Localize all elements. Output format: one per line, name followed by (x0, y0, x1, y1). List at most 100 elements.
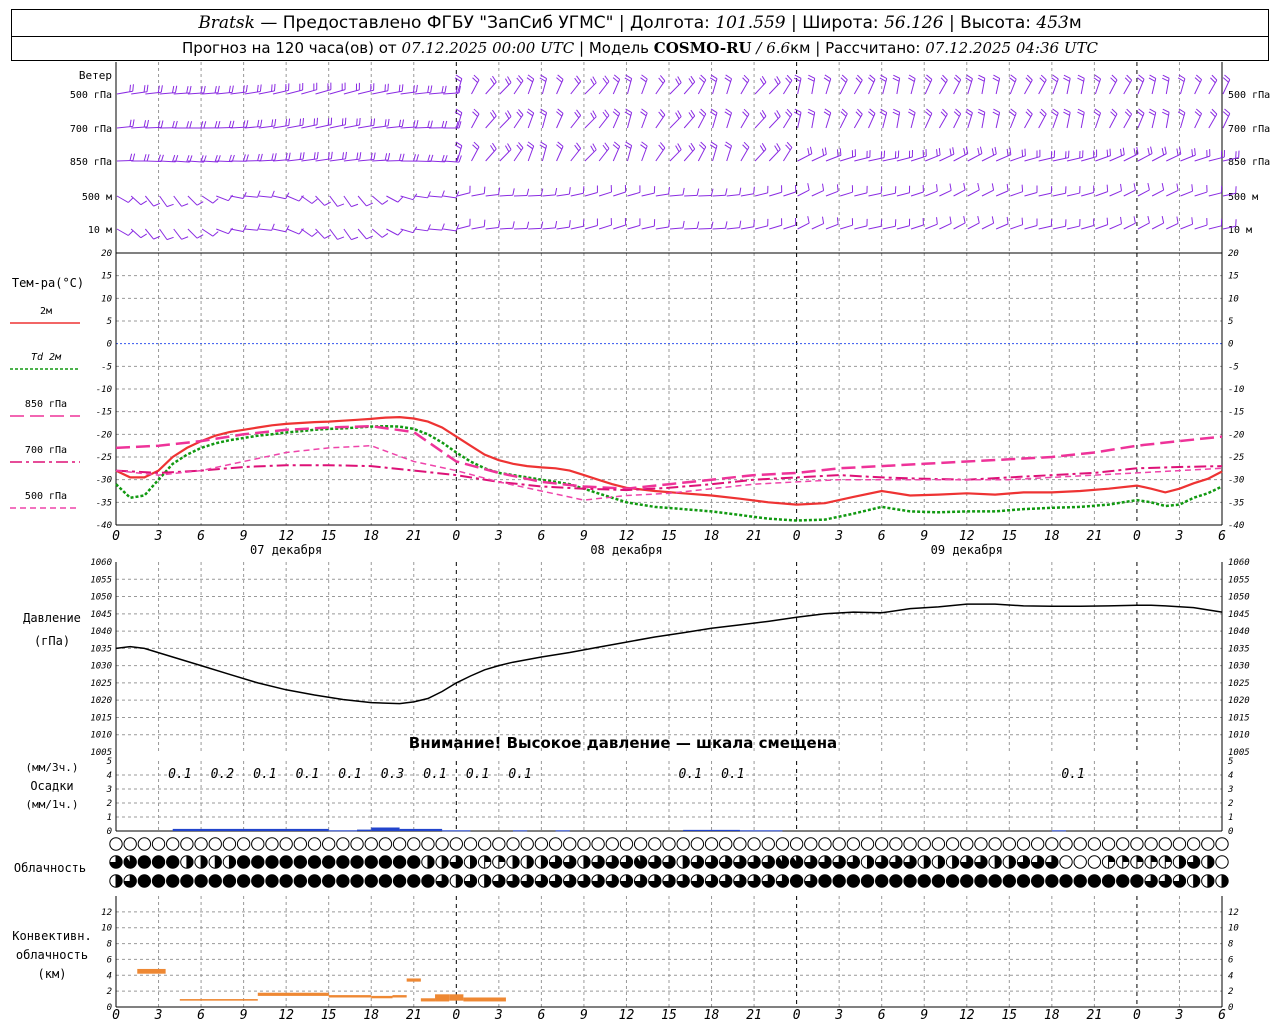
wind-level-label-right: 500 гПа (1228, 90, 1270, 101)
precip-value-label: 0.2 (211, 767, 235, 782)
cloud-cover-symbol (236, 874, 251, 888)
cloud-circle (1116, 837, 1130, 851)
cloud-circle (463, 837, 478, 851)
wind-barb-feather (1133, 183, 1136, 191)
wind-barb-feather (688, 112, 694, 119)
cloud-cover-symbol (194, 874, 208, 888)
conv-cloud-bar (371, 995, 393, 999)
wind-barb-feather (1164, 146, 1167, 154)
wind-barb (811, 147, 827, 162)
wind-barb-shaft (131, 126, 148, 129)
wind-barb-feather (991, 148, 995, 156)
wind-barb-shaft (1194, 191, 1208, 197)
wind-barb (485, 109, 497, 129)
wind-barb-feather (274, 153, 277, 161)
cloud-circle (733, 837, 747, 851)
wind-barb (624, 74, 633, 95)
cloud-cover-symbol (407, 837, 421, 851)
precip-value-label: 0.1 (466, 767, 489, 782)
cloud-cover-symbol (988, 855, 1002, 869)
cloud-fill-full (365, 874, 378, 888)
wind-barb-feather (590, 145, 595, 153)
wind-barb (726, 220, 742, 230)
cloud-cover-symbol (336, 855, 350, 869)
wind-barb-feather (381, 200, 389, 205)
wind-barb (754, 76, 767, 95)
cloud-circle (506, 837, 520, 851)
conv-ytick-label-right: 6 (1228, 955, 1233, 965)
wind-barb-feather (256, 84, 259, 92)
temp-ytick-label-right: 5 (1228, 317, 1233, 327)
cloud-cover-symbol (1215, 874, 1229, 888)
cloud-cover-symbol (534, 837, 549, 851)
wind-barb-shaft (1024, 192, 1038, 197)
wind-barb-feather (415, 84, 418, 92)
wind-barb (471, 186, 486, 197)
wind-barb-shaft (740, 146, 750, 162)
x-tick-label-bottom: 9 (920, 1008, 928, 1023)
wind-barb (471, 108, 480, 129)
wind-barb (144, 195, 161, 207)
cloud-cover-symbol (364, 837, 378, 851)
wind-barb-shaft (726, 227, 740, 230)
wind-barb-feather (430, 154, 434, 162)
cloud-cover-symbol (1158, 855, 1172, 869)
wind-barb-feather (602, 111, 608, 119)
wind-barb-feather (640, 111, 647, 117)
wind-barb-shaft (1095, 155, 1111, 162)
cloud-fill-sector (498, 855, 506, 862)
temp-ytick-label: -30 (96, 476, 112, 486)
cloud-fill-sector (583, 855, 591, 869)
wind-barb (1038, 108, 1047, 129)
wind-barb-shaft (825, 223, 839, 230)
wind-barb-feather (725, 74, 732, 80)
wind-barb (613, 185, 627, 197)
cloud-circle (421, 837, 435, 851)
wind-barb-feather (212, 198, 219, 204)
wind-barb-feather (427, 85, 430, 93)
wind-barb-feather (808, 74, 815, 79)
wind-barb (840, 149, 856, 162)
wind-barb-shaft (173, 92, 190, 95)
wind-barb-feather (978, 74, 986, 79)
cloud-cover-symbol (917, 874, 931, 888)
wind-barb (1024, 185, 1038, 197)
wind-barb-shaft (1081, 224, 1094, 230)
wind-barb (669, 76, 682, 95)
cloud-cover-symbol (1215, 855, 1229, 869)
cloud-fill-full (1088, 874, 1101, 888)
wind-barb-feather (203, 85, 206, 93)
wind-barb-feather (337, 236, 345, 240)
wind-barb (1194, 185, 1208, 197)
cloud-circle (307, 837, 322, 851)
cloud-circle (605, 837, 619, 851)
wind-barb-shaft (116, 90, 133, 95)
wind-barb-feather (1191, 149, 1194, 157)
precip-bar (1051, 830, 1067, 832)
wind-barb-shaft (499, 194, 513, 197)
cloud-circle (236, 837, 251, 851)
wind-barb-shaft (159, 228, 168, 240)
cloud-circle (166, 837, 180, 851)
cloud-cover-symbol (917, 837, 931, 851)
cloud-cover-symbol (662, 855, 676, 869)
wind-barb-feather (1148, 77, 1156, 82)
cloud-cover-symbol (1045, 837, 1059, 851)
wind-barb-shaft (414, 228, 428, 232)
wind-barb-feather (1063, 77, 1070, 82)
wind-barb-shaft (201, 228, 214, 237)
wind-barb-feather (1150, 146, 1153, 154)
conv-cloud-bar (420, 998, 436, 1002)
cloud-fill-full (237, 855, 250, 869)
wind-barb (539, 141, 548, 162)
cloud-cover-symbol (648, 855, 662, 869)
cloud-cover-symbol (180, 855, 194, 869)
wind-barb-feather (1052, 108, 1059, 114)
wind-barb-shaft (669, 116, 682, 129)
cloud-cover-symbol (860, 874, 875, 888)
wind-barb (286, 195, 304, 202)
temp-ytick-label-right: 10 (1228, 294, 1239, 304)
wind-barb-shaft (556, 113, 564, 129)
pressure-warning: Внимание! Высокое давление — шкала смеще… (409, 734, 837, 752)
wind-barb (655, 75, 666, 95)
